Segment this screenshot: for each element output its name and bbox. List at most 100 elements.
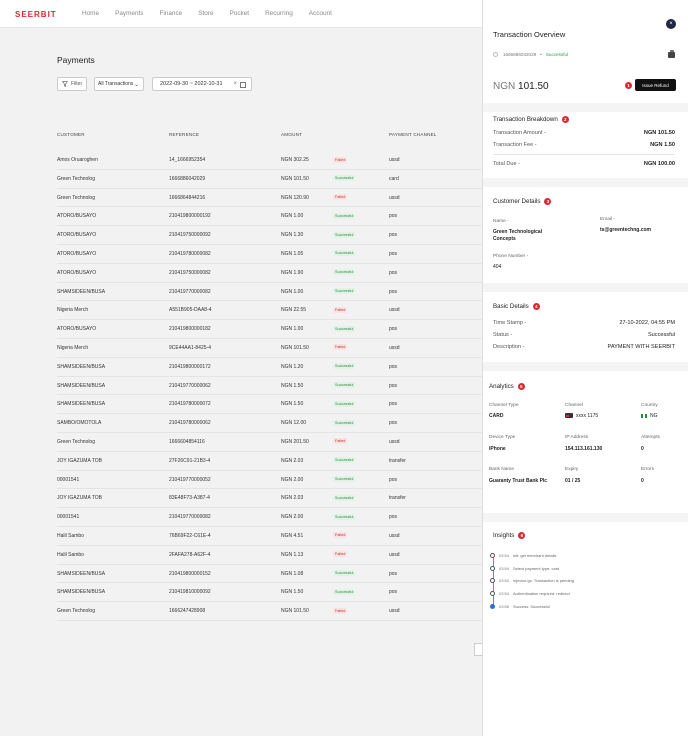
column-header-payment-channel[interactable]: PAYMENT CHANNEL	[389, 132, 437, 137]
reference-cell: 76B69F22-C61E-4	[169, 532, 211, 539]
status-dot-icon	[493, 52, 498, 57]
transactions-table: Amos Oruaroghen 14_1666952354 NGN 302.25 Fa…	[57, 151, 487, 621]
timeline-item: 03:54 Select payment type: card	[490, 566, 559, 571]
table-row[interactable]: Green Technolog 1666604854116 NGN 201.50 Fa…	[57, 433, 487, 452]
amount-cell: NGN 1.90	[281, 269, 304, 276]
table-row[interactable]: SHAMSIDEEN/BUSA 210419770000062 NGN 1.50 Su…	[57, 377, 487, 396]
table-row[interactable]: ATORO/BUSAYO 210419800000192 NGN 1.00 Succe…	[57, 207, 487, 227]
nav-home[interactable]: Home	[82, 10, 99, 17]
table-row[interactable]: Halil Sambo 2FAFA278-A62F-4 NGN 1.13 Failed…	[57, 546, 487, 565]
table-row[interactable]: SHAMSIDEEN/BUSA 210419800000172 NGN 1.20 Su…	[57, 358, 487, 377]
total-due-label: Total Due -	[493, 161, 521, 167]
timeline-time: 03:54	[499, 578, 510, 583]
divider	[493, 154, 675, 155]
table-row[interactable]: Nigeria Merch A551B905-DAA8-4 NGN 22.55 Fai…	[57, 301, 487, 321]
nav-payments[interactable]: Payments	[115, 10, 143, 17]
table-row[interactable]: ATORO/BUSAYO 210419800000182 NGN 1.00 Succe…	[57, 320, 487, 339]
transaction-type-select[interactable]: All Transactions ⌄	[94, 77, 144, 91]
table-row[interactable]: 00001541 210419770000082 NGN 2.00 Successfu…	[57, 508, 487, 527]
customer-cell: Nigeria Merch	[57, 307, 89, 314]
section-divider	[483, 283, 688, 292]
seerbit-logo[interactable]: SEERBIT	[15, 10, 57, 19]
amount-cell: NGN 1.50	[281, 589, 304, 596]
payment-channel-cell: pos	[389, 401, 398, 408]
table-row[interactable]: SAMBO/OMOTOLA 210419780000062 NGN 12.00 Suc…	[57, 414, 487, 433]
table-row[interactable]: ATORO/BUSAYO 210419750000092 NGN 1.30 Succe…	[57, 226, 487, 245]
bank-name-value: Guaranty Trust Bank Plc	[489, 478, 548, 484]
printer-icon[interactable]	[668, 50, 675, 58]
timeline-text: Injector-gc: Transaction is pending	[513, 578, 574, 583]
table-row[interactable]: SHAMSIDEEN/BUSA 210419770000082 NGN 1.00 Su…	[57, 283, 487, 302]
timeline-item: 03:54 init: get merchant details	[490, 553, 556, 558]
column-header-reference[interactable]: REFERENCE	[169, 132, 199, 137]
table-row[interactable]: 00001541 210419770000052 NGN 2.00 Successfu…	[57, 471, 487, 490]
step-badge-4: 4	[532, 303, 540, 310]
insights-title: Insights	[493, 532, 515, 539]
status-row: Status - Successful	[493, 332, 675, 338]
customer-cell: Green Technolog	[57, 608, 95, 615]
customer-cell: Amos Oruaroghen	[57, 157, 98, 163]
status-label: Status -	[493, 332, 513, 338]
nav-recurring[interactable]: Recurring	[265, 10, 293, 17]
table-row[interactable]: ATORO/BUSAYO 210419750000082 NGN 1.90 Succe…	[57, 264, 487, 283]
reference-cell: 210419780000062	[169, 420, 211, 427]
transaction-fee-row: Transaction Fee - NGN 1.50	[493, 142, 675, 148]
table-row[interactable]: Green Technolog 1666247428908 NGN 101.50 Fa…	[57, 602, 487, 621]
customer-cell: SHAMSIDEEN/BUSA	[57, 589, 106, 596]
reference-cell: 1666604854116	[169, 438, 205, 445]
nav-store[interactable]: Store	[198, 10, 213, 17]
nav-finance[interactable]: Finance	[159, 10, 182, 17]
status-badge: Failed	[333, 306, 348, 313]
nav-pocket[interactable]: Pocket	[230, 10, 250, 17]
reference-cell: A551B905-DAA8-4	[169, 307, 212, 314]
reference-cell: 210419770000062	[169, 382, 211, 389]
clear-date-icon[interactable]: ×	[233, 81, 237, 87]
amount-cell: NGN 2.03	[281, 495, 304, 502]
payment-channel-cell: pos	[389, 232, 398, 239]
amount-cell: NGN 1.50	[281, 382, 304, 389]
nav-account[interactable]: Account	[309, 10, 332, 17]
timeline-text: Success: Successful	[513, 604, 550, 609]
table-row[interactable]: Halil Sambo 76B69F22-C61E-4 NGN 4.51 Failed…	[57, 527, 487, 546]
close-panel-button[interactable]: ×	[666, 19, 676, 29]
filter-button[interactable]: Filter	[57, 77, 87, 91]
table-row[interactable]: Nigeria Merch 9CE44AA1-8425-4 NGN 101.50 Fa…	[57, 339, 487, 358]
table-row[interactable]: JOY IGAZUMA TOB 27F26C91-21B3-4 NGN 2.03 Su…	[57, 452, 487, 471]
amount-cell: NGN 1.00	[281, 213, 304, 220]
card-icon	[565, 413, 573, 419]
table-row[interactable]: Green Technolog 1666886042029 NGN 101.50 Su…	[57, 170, 487, 189]
reference-cell: 2FAFA278-A62F-4	[169, 551, 211, 558]
date-range-picker[interactable]: 2022-09-30 ~ 2022-10-31 ×	[152, 77, 252, 91]
table-row[interactable]: Green Technolog 1666864844216 NGN 120.90 Fa…	[57, 189, 487, 208]
customer-cell: SHAMSIDEEN/BUSA	[57, 570, 106, 577]
issue-refund-button[interactable]: Issue Refund	[635, 79, 676, 91]
customer-cell: ATORO/BUSAYO	[57, 213, 97, 220]
reference-cell: 210419800000182	[169, 326, 211, 333]
table-row[interactable]: SHAMSIDEEN/BUSA 210419810000092 NGN 1.50 Su…	[57, 583, 487, 603]
basic-section-title: Basic Details 4	[493, 303, 540, 310]
column-header-amount[interactable]: AMOUNT	[281, 132, 302, 137]
ip-address-label: IP Address	[565, 435, 589, 440]
status-badge: Successful	[333, 325, 356, 332]
timeline-time: 03:54	[499, 591, 510, 596]
payment-channel-cell: ussd	[389, 608, 400, 615]
timeline-text: Select payment type: card	[513, 566, 560, 571]
table-row[interactable]: SHAMSIDEEN/BUSA 210419780000072 NGN 1.50 Su…	[57, 395, 487, 415]
column-header-customer[interactable]: CUSTOMER	[57, 132, 85, 137]
amount-cell: NGN 1.05	[281, 250, 304, 257]
channel-type-label: Channel Type	[489, 403, 519, 408]
amount-cell: NGN 101.50	[281, 608, 309, 615]
payment-channel-cell: pos	[389, 382, 398, 389]
table-row[interactable]: Amos Oruaroghen 14_1666952354 NGN 302.25 Fa…	[57, 151, 487, 170]
section-divider	[483, 513, 688, 522]
customer-cell: 00001541	[57, 514, 80, 521]
customer-cell: ATORO/BUSAYO	[57, 232, 97, 239]
table-row[interactable]: ATORO/BUSAYO 210419780000082 NGN 1.05 Succe…	[57, 245, 487, 264]
customer-section-title: Customer Details 3	[493, 198, 552, 205]
analytics-section-title: Analytics 5	[489, 383, 525, 390]
country-label: Country	[641, 403, 658, 408]
table-row[interactable]: SHAMSIDEEN/BUSA 210419800000152 NGN 1.08 Su…	[57, 565, 487, 584]
errors-value: 0	[641, 478, 644, 484]
analytics-title: Analytics	[489, 383, 514, 390]
table-row[interactable]: JOY IGAZUMA TOB 83E48F73-A387-4 NGN 2.03 Su…	[57, 489, 487, 509]
